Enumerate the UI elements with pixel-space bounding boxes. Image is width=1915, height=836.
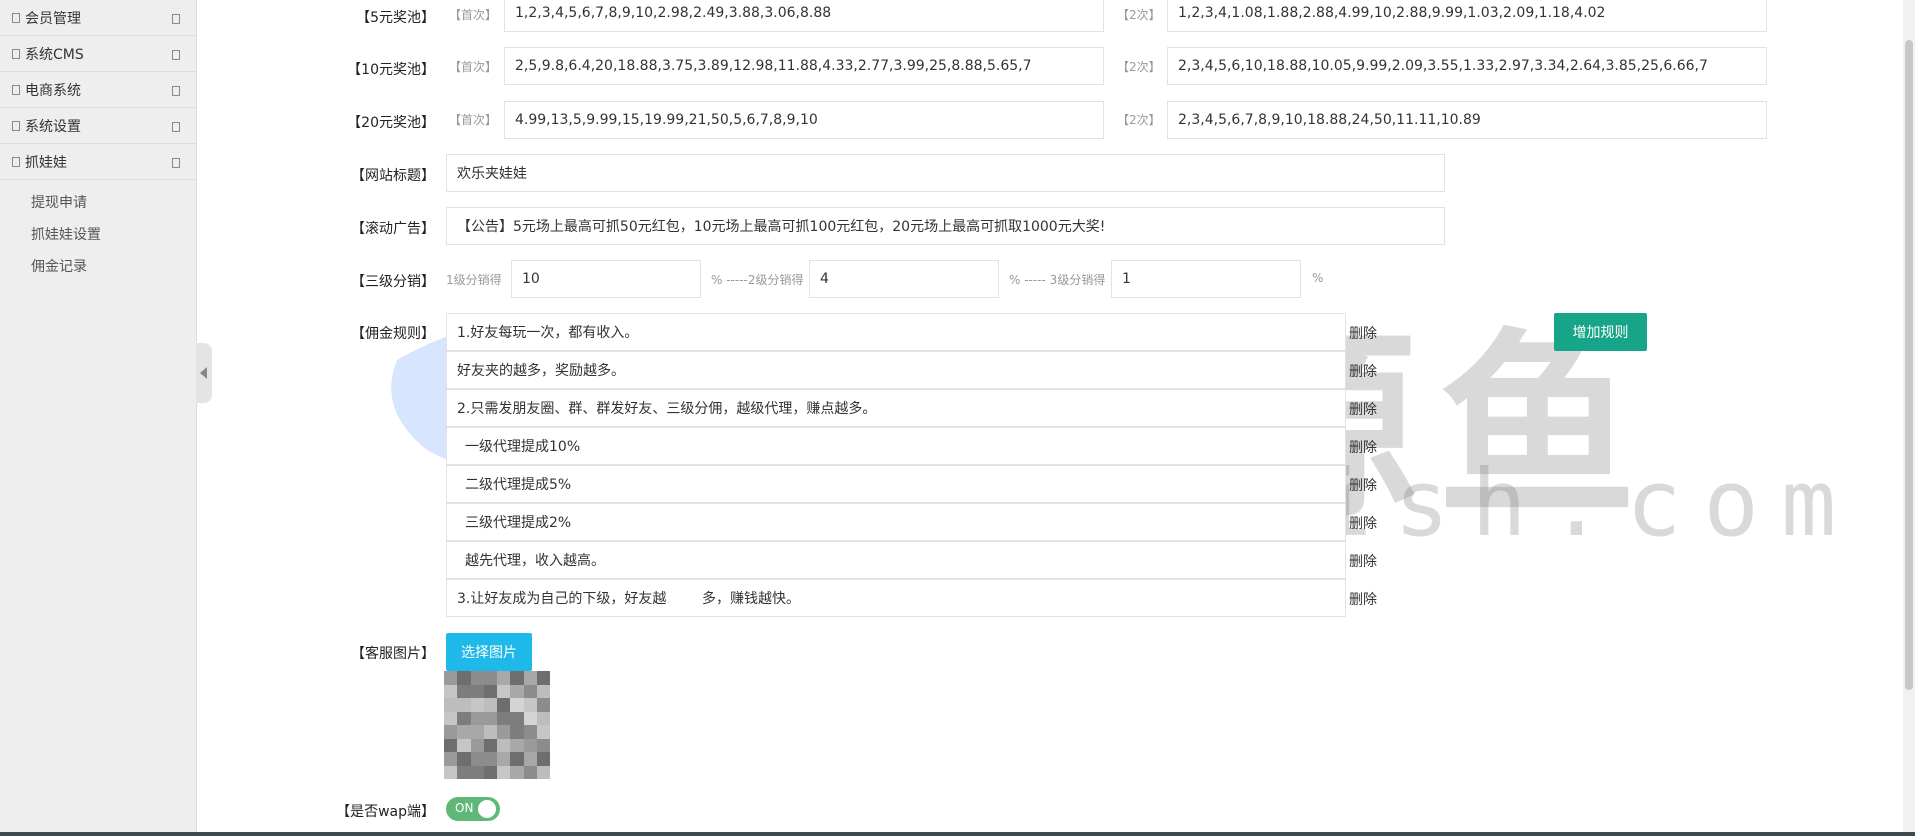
choose-image-button[interactable]: 选择图片: [446, 633, 532, 671]
pool-10-second-input[interactable]: 2,3,4,5,6,10,18.88,10.05,9.99,2.09,3.55,…: [1167, 47, 1767, 85]
expand-icon: [172, 158, 180, 168]
sidebar-item-cms[interactable]: 系统CMS: [0, 36, 196, 72]
pool-label-20: 【20元奖池】: [347, 115, 435, 131]
level3-input[interactable]: 1: [1111, 260, 1301, 298]
delete-rule-button[interactable]: 删除: [1349, 513, 1377, 533]
expand-icon: [172, 14, 180, 24]
menu-icon: [12, 120, 20, 131]
level1-hint: 1级分销得: [446, 273, 502, 287]
scrollbar-thumb[interactable]: [1905, 40, 1913, 690]
pool-label-5: 【5元奖池】: [356, 10, 435, 26]
site-title-label: 【网站标题】: [351, 168, 435, 184]
sidebar-subitem-claw-settings[interactable]: 抓娃娃设置: [0, 218, 196, 250]
level1-input[interactable]: 10: [511, 260, 701, 298]
pool-10-first-input[interactable]: 2,5,9.8,6.4,20,18.88,3.75,3.89,12.98,11.…: [504, 47, 1104, 85]
sidebar-item-claw[interactable]: 抓娃娃: [0, 144, 196, 180]
sidebar-subitem-commission[interactable]: 佣金记录: [0, 250, 196, 282]
rules-label: 【佣金规则】: [351, 326, 435, 342]
menu-icon: [12, 84, 20, 95]
toggle-knob: [478, 800, 496, 818]
pool-5-first-input[interactable]: 1,2,3,4,5,6,7,8,9,10,2.98,2.49,3.88,3.06…: [504, 0, 1104, 32]
toggle-label: ON: [455, 801, 474, 815]
delete-rule-button[interactable]: 删除: [1349, 475, 1377, 495]
bottom-bar: [0, 832, 1915, 836]
sidebar-item-label: 系统CMS: [25, 46, 84, 63]
main-form: 资源鱼 resfish.com 【5元奖池】 【首次】 1,2,3,4,5,6,…: [197, 0, 1915, 836]
pool-20-first-input[interactable]: 4.99,13,5,9.99,15,19.99,21,50,5,6,7,8,9,…: [504, 101, 1104, 139]
menu-icon: [12, 12, 20, 23]
site-title-input[interactable]: 欢乐夹娃娃: [446, 154, 1445, 192]
level3-hint: % ----- 3级分销得: [1009, 273, 1106, 287]
rule-input[interactable]: 2.只需发朋友圈、群、群发好友、三级分佣，越级代理，赚点越多。: [446, 389, 1346, 427]
pool-label-10: 【10元奖池】: [347, 62, 435, 78]
level2-input[interactable]: 4: [809, 260, 999, 298]
rule-input[interactable]: 3.让好友成为自己的下级，好友越 多，赚钱越快。: [446, 579, 1346, 617]
level2-hint: % -----2级分销得: [711, 273, 804, 287]
rule-input[interactable]: 好友夹的越多，奖励越多。: [446, 351, 1346, 389]
sidebar-item-label: 会员管理: [25, 10, 81, 27]
pool-second-tag: 【2次】: [1117, 8, 1161, 22]
expand-icon: [172, 50, 180, 60]
rule-input[interactable]: 三级代理提成2%: [446, 503, 1346, 541]
delete-rule-button[interactable]: 删除: [1349, 551, 1377, 571]
pool-20-second-input[interactable]: 2,3,4,5,6,7,8,9,10,18.88,24,50,11.11,10.…: [1167, 101, 1767, 139]
delete-rule-button[interactable]: 删除: [1349, 323, 1377, 343]
sidebar-item-member[interactable]: 会员管理: [0, 0, 196, 36]
sidebar-subitem-withdraw[interactable]: 提现申请: [0, 186, 196, 218]
menu-icon: [12, 48, 20, 59]
sidebar-item-settings[interactable]: 系统设置: [0, 108, 196, 144]
pool-second-tag: 【2次】: [1117, 113, 1161, 127]
sidebar-item-ecommerce[interactable]: 电商系统: [0, 72, 196, 108]
pool-first-tag: 【首次】: [449, 113, 498, 127]
sidebar-item-label: 抓娃娃: [25, 154, 67, 171]
level3-pct: %: [1312, 271, 1324, 285]
menu-icon: [12, 156, 20, 167]
rule-input[interactable]: 1.好友每玩一次，都有收入。: [446, 313, 1346, 351]
delete-rule-button[interactable]: 删除: [1349, 361, 1377, 381]
delete-rule-button[interactable]: 删除: [1349, 437, 1377, 457]
qr-code-image: [444, 671, 550, 779]
scroll-ad-input[interactable]: 【公告】5元场上最高可抓50元红包，10元场上最高可抓100元红包，20元场上最…: [446, 207, 1445, 245]
sidebar-item-label: 系统设置: [25, 118, 81, 135]
pool-5-second-input[interactable]: 1,2,3,4,1.08,1.88,2.88,4.99,10,2.88,9.99…: [1167, 0, 1767, 32]
scrollbar[interactable]: [1903, 0, 1915, 836]
pool-second-tag: 【2次】: [1117, 60, 1161, 74]
rule-input[interactable]: 一级代理提成10%: [446, 427, 1346, 465]
wap-label: 【是否wap端】: [336, 804, 435, 820]
delete-rule-button[interactable]: 删除: [1349, 589, 1377, 609]
pool-first-tag: 【首次】: [449, 60, 498, 74]
add-rule-button[interactable]: 增加规则: [1554, 313, 1647, 351]
pool-first-tag: 【首次】: [449, 8, 498, 22]
expand-icon: [172, 86, 180, 96]
scroll-ad-label: 【滚动广告】: [351, 221, 435, 237]
rule-input[interactable]: 越先代理，收入越高。: [446, 541, 1346, 579]
distribution-label: 【三级分销】: [351, 274, 435, 290]
service-image-label: 【客服图片】: [351, 646, 435, 662]
sidebar: 会员管理 系统CMS 电商系统 系统设置 抓娃娃 提现申请 抓娃娃设置 佣金记录: [0, 0, 197, 836]
wap-toggle[interactable]: ON: [446, 797, 500, 821]
sidebar-item-label: 电商系统: [25, 82, 81, 99]
expand-icon: [172, 122, 180, 132]
delete-rule-button[interactable]: 删除: [1349, 399, 1377, 419]
rule-input[interactable]: 二级代理提成5%: [446, 465, 1346, 503]
